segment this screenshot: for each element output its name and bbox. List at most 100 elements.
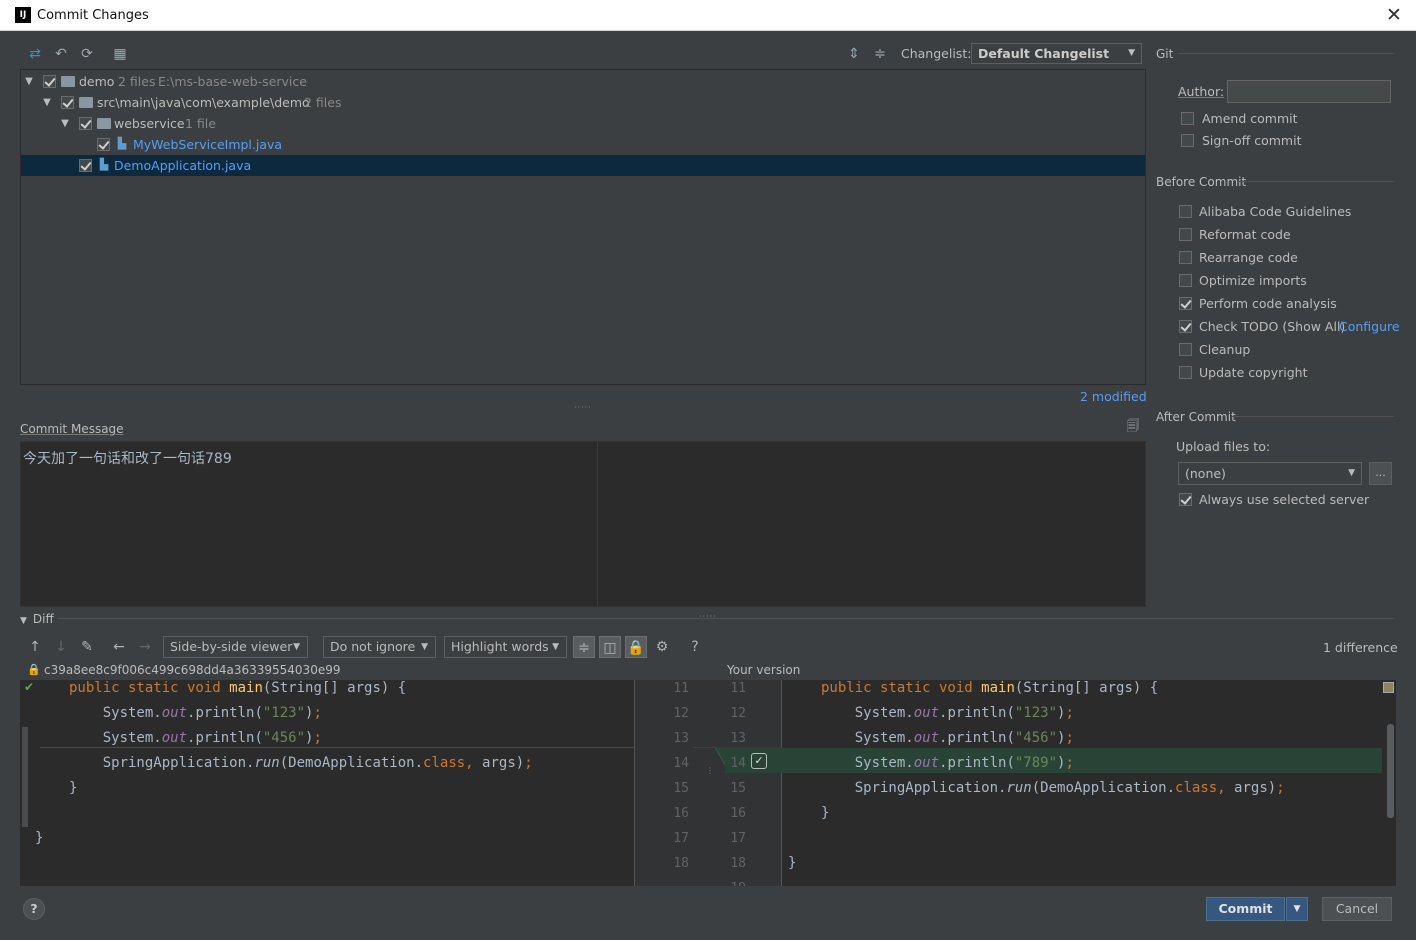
tree-row-mywebserviceimpl[interactable]: ▙ MyWebServiceImpl.java: [21, 134, 1145, 155]
close-icon[interactable]: ✕: [1383, 4, 1405, 26]
checkbox[interactable]: [1179, 343, 1192, 356]
changelist-select[interactable]: Default Changelist ▼: [971, 43, 1142, 64]
code-line: System.out.println("456");: [69, 730, 322, 746]
always-use-server-option[interactable]: Always use selected server: [1179, 490, 1399, 510]
checkbox[interactable]: [1179, 320, 1192, 333]
checkbox[interactable]: [1179, 297, 1192, 310]
tree-row-demoapplication[interactable]: ▙ DemoApplication.java: [21, 155, 1145, 176]
cancel-button[interactable]: Cancel: [1322, 897, 1392, 921]
commit-options-chevron-icon[interactable]: ▼: [1286, 897, 1308, 921]
splitter-handle[interactable]: ·····: [574, 403, 592, 412]
signoff-commit-option[interactable]: Sign-off commit: [1181, 131, 1381, 151]
highlight-mode-select[interactable]: Highlight words ▼: [444, 636, 567, 658]
refresh-icon[interactable]: ⟳: [77, 44, 97, 64]
checkbox-demo[interactable]: [43, 75, 56, 88]
upload-server-select[interactable]: (none) ▼: [1178, 462, 1362, 485]
left-line-number: 16: [673, 806, 689, 821]
message-history-icon[interactable]: 🗐: [1123, 417, 1143, 437]
previous-difference-icon[interactable]: ↑: [24, 636, 46, 658]
left-line-number: 18: [673, 856, 689, 871]
checkbox[interactable]: [1179, 493, 1192, 506]
group-by-icon[interactable]: ▦: [110, 44, 130, 64]
amend-commit-option[interactable]: Amend commit: [1181, 109, 1381, 129]
tree-meta: 2 files: [304, 95, 342, 110]
highlight-mode-value: Highlight words: [451, 639, 549, 654]
changes-tree[interactable]: ▼ demo 2 files E:\ms-base-web-service ▼ …: [20, 69, 1146, 385]
tree-label: DemoApplication.java: [114, 158, 252, 173]
checkbox[interactable]: [1179, 274, 1192, 287]
commit-button[interactable]: Commit: [1206, 897, 1285, 921]
ignore-mode-select[interactable]: Do not ignore ▼: [323, 636, 436, 658]
browse-servers-button[interactable]: ...: [1369, 462, 1392, 485]
lock-icon: 🔒: [27, 663, 41, 676]
right-line-number: 12: [730, 706, 746, 721]
tree-row-package[interactable]: ▼ src\main\java\com\example\demo 2 files: [21, 92, 1145, 113]
checkbox[interactable]: [1179, 205, 1192, 218]
viewer-mode-select[interactable]: Side-by-side viewer ▼: [163, 636, 308, 658]
window-title: Commit Changes: [37, 8, 149, 23]
help-icon[interactable]: ?: [684, 636, 706, 658]
divider: [1232, 416, 1394, 417]
option-label: Reformat code: [1199, 227, 1291, 242]
folder-icon: [79, 97, 93, 108]
checkbox-package[interactable]: [61, 96, 74, 109]
sync-scroll-icon[interactable]: ◫: [599, 636, 621, 658]
left-line-number: 14: [673, 756, 689, 771]
checkbox[interactable]: [1179, 251, 1192, 264]
left-line-number: 13: [673, 731, 689, 746]
divider: [1238, 181, 1394, 182]
compare-next-file-icon[interactable]: →: [134, 636, 156, 658]
option-optimize-imports[interactable]: Optimize imports: [1179, 271, 1399, 291]
author-label: Author:: [1178, 84, 1225, 99]
checkbox[interactable]: [1179, 228, 1192, 241]
option-reformat[interactable]: Reformat code: [1179, 225, 1399, 245]
amend-commit-checkbox[interactable]: [1181, 112, 1194, 125]
signoff-commit-checkbox[interactable]: [1181, 134, 1194, 147]
option-code-analysis[interactable]: Perform code analysis: [1179, 294, 1399, 314]
expand-arrow-icon[interactable]: ▼: [41, 92, 53, 113]
vertical-scrollbar[interactable]: [1387, 724, 1394, 818]
chevron-down-icon: ▼: [421, 642, 428, 652]
code-line: SpringApplication.run(DemoApplication.cl…: [821, 780, 1285, 796]
tree-row-demo[interactable]: ▼ demo 2 files E:\ms-base-web-service: [21, 71, 1145, 92]
tree-row-webservice[interactable]: ▼ webservice 1 file: [21, 113, 1145, 134]
checkbox-demoapplication[interactable]: [79, 159, 92, 172]
splitter-handle[interactable]: ·····: [699, 612, 717, 621]
code-line: System.out.println("456");: [821, 730, 1074, 746]
option-alibaba[interactable]: Alibaba Code Guidelines: [1179, 202, 1399, 222]
settings-gear-icon[interactable]: ⚙: [651, 636, 673, 658]
code-line: }: [821, 805, 830, 821]
left-editor[interactable]: ✔ public static void main(String[] args)…: [20, 680, 634, 886]
checkbox-webservice[interactable]: [79, 117, 92, 130]
option-label: Update copyright: [1199, 365, 1308, 380]
rollback-icon[interactable]: ↶: [51, 44, 71, 64]
collapse-all-icon[interactable]: ≑: [870, 44, 890, 64]
inspection-status-icon[interactable]: [1383, 682, 1394, 693]
author-input[interactable]: [1227, 80, 1391, 103]
show-diff-icon[interactable]: ⇄: [25, 44, 45, 64]
edit-source-icon[interactable]: ✎: [76, 636, 98, 658]
expand-all-icon[interactable]: ⇕: [844, 44, 864, 64]
compare-previous-file-icon[interactable]: ←: [108, 636, 130, 658]
option-cleanup[interactable]: Cleanup: [1179, 340, 1399, 360]
expand-arrow-icon[interactable]: ▼: [23, 71, 35, 92]
help-button[interactable]: ?: [23, 898, 45, 920]
diff-editor[interactable]: ✔ public static void main(String[] args)…: [20, 680, 1396, 886]
configure-link[interactable]: Configure: [1339, 317, 1400, 337]
commit-message-input[interactable]: 今天加了一句话和改了一句话789: [20, 441, 1146, 607]
checkbox-mywebserviceimpl[interactable]: [97, 138, 110, 151]
option-check-todo[interactable]: Check TODO (Show All) Configure: [1179, 317, 1400, 337]
right-editor[interactable]: public static void main(String[] args) {…: [782, 680, 1396, 886]
checkbox[interactable]: [1179, 366, 1192, 379]
next-difference-icon[interactable]: ↓: [50, 636, 72, 658]
collapse-unchanged-icon[interactable]: ≑: [573, 636, 595, 658]
modified-count: 2 modified: [1080, 389, 1147, 404]
code-line: public static void main(String[] args) {: [69, 680, 407, 696]
option-update-copyright[interactable]: Update copyright: [1179, 363, 1399, 383]
expand-arrow-icon[interactable]: ▼: [59, 113, 71, 134]
include-change-checkbox-icon[interactable]: ✓: [751, 753, 767, 769]
divider: [1178, 53, 1394, 54]
lock-icon[interactable]: 🔒: [625, 636, 647, 658]
diff-section-toggle[interactable]: ▼ Diff: [20, 611, 54, 626]
option-rearrange[interactable]: Rearrange code: [1179, 248, 1399, 268]
